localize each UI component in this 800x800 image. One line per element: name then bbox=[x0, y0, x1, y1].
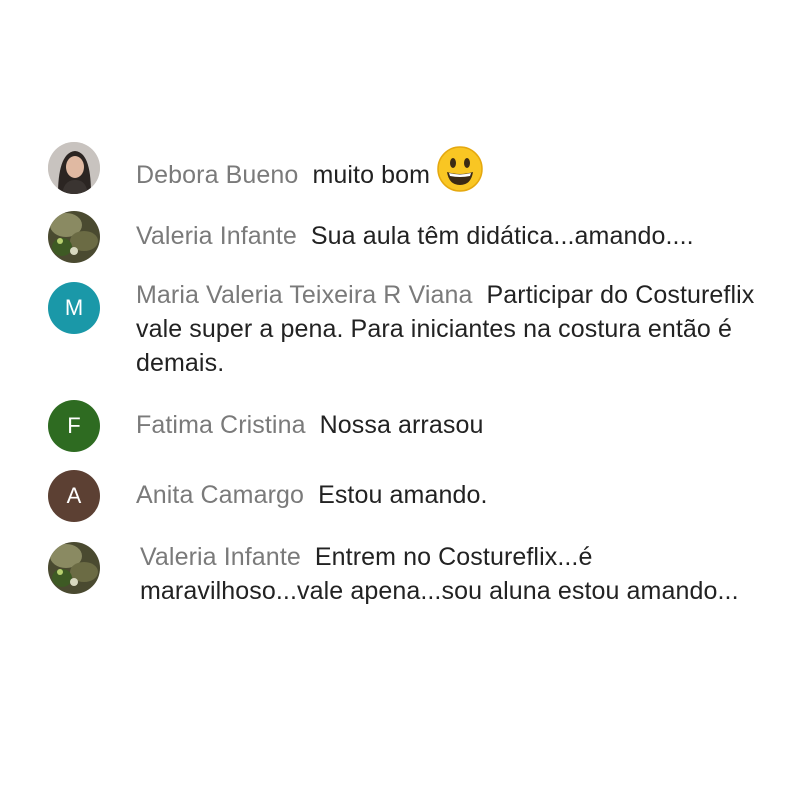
message-text: Valeria Infante Sua aula têm didática...a… bbox=[136, 219, 776, 253]
message-body: Estou amando. bbox=[318, 481, 488, 509]
avatar[interactable]: A bbox=[48, 470, 100, 522]
avatar[interactable]: M bbox=[48, 282, 100, 334]
message-text: Valeria Infante Entrem no Costureflix...é… bbox=[140, 540, 740, 608]
chat-messages: Debora Bueno muito bom Valeria Infante S… bbox=[0, 0, 800, 800]
message-author[interactable]: Valeria Infante bbox=[136, 222, 297, 250]
avatar[interactable]: F bbox=[48, 400, 100, 452]
message-author[interactable]: Maria Valeria Teixeira R Viana bbox=[136, 281, 473, 309]
message-text: Maria Valeria Teixeira R Viana Participar… bbox=[136, 278, 756, 380]
message-body: Sua aula têm didática...amando.... bbox=[310, 222, 694, 250]
message-author[interactable]: Debora Bueno bbox=[136, 161, 298, 189]
message-body: Nossa arrasou bbox=[319, 411, 484, 439]
message-text: Fatima Cristina Nossa arrasou bbox=[136, 408, 756, 442]
message-author[interactable]: Anita Camargo bbox=[136, 481, 304, 509]
avatar-letter: A bbox=[66, 483, 82, 508]
message-body: muito bom bbox=[312, 161, 431, 190]
message-text: Anita Camargo Estou amando. bbox=[136, 478, 756, 512]
avatar[interactable] bbox=[48, 142, 100, 194]
message-author[interactable]: Valeria Infante bbox=[140, 543, 301, 571]
grinning-face-emoji-icon bbox=[436, 145, 484, 202]
avatar-letter: M bbox=[64, 295, 84, 320]
message-author[interactable]: Fatima Cristina bbox=[136, 411, 306, 439]
avatar-letter: F bbox=[67, 413, 81, 438]
avatar[interactable] bbox=[48, 211, 100, 263]
message-text: Debora Bueno muito bom bbox=[136, 145, 756, 205]
avatar[interactable] bbox=[48, 542, 100, 594]
